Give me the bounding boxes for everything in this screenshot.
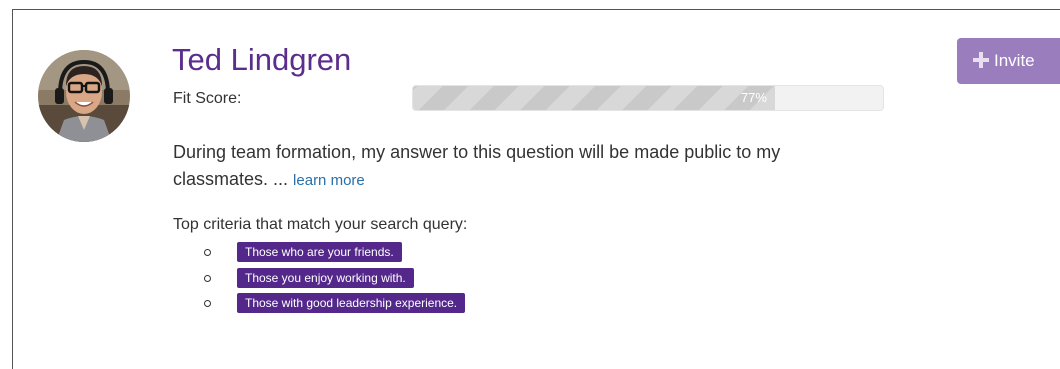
fit-score-bar: 77% (412, 85, 884, 111)
bullet-icon (204, 300, 211, 307)
learn-more-link[interactable]: learn more (293, 172, 365, 189)
plus-icon (973, 52, 989, 68)
criteria-list: Those who are your friends. Those you en… (204, 242, 466, 319)
criteria-tag: Those with good leadership experience. (237, 293, 466, 313)
list-item: Those you enjoy working with. (204, 267, 465, 294)
invite-button[interactable]: Invite (957, 38, 1060, 84)
fit-score-fill: 77% (413, 86, 775, 110)
criteria-title: Top criteria that match your search quer… (173, 216, 468, 233)
fit-score-label: Fit Score: (173, 90, 242, 107)
list-item: Those with good leadership experience. (204, 293, 466, 319)
fit-score-value: 77% (740, 90, 767, 105)
invite-button-label: Invite (994, 51, 1035, 70)
avatar-photo (38, 50, 130, 142)
bullet-icon (204, 249, 211, 256)
criteria-tag: Those who are your friends. (237, 242, 402, 262)
answer-description: During team formation, my answer to this… (173, 139, 873, 194)
bullet-icon (204, 274, 211, 282)
criteria-tag: Those you enjoy working with. (237, 267, 414, 288)
list-item: Those who are your friends. (204, 242, 465, 268)
description-text: During team formation, my answer to this… (173, 142, 781, 189)
profile-name: Ted Lindgren (172, 42, 352, 77)
avatar (38, 50, 130, 142)
